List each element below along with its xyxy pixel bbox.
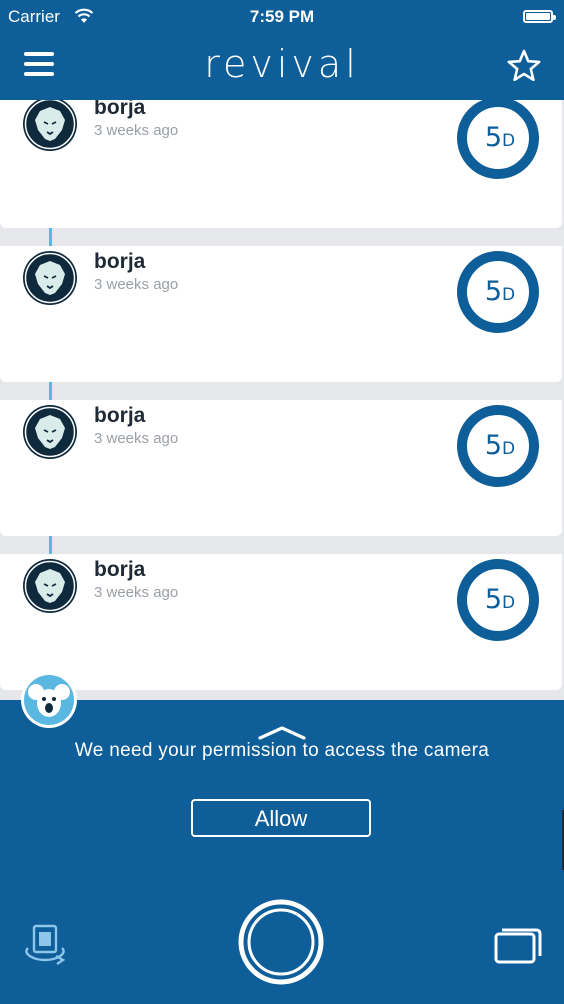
- battery-icon: [523, 10, 556, 23]
- nav-bar: revival: [0, 34, 564, 100]
- feed-card[interactable]: borja 3 weeks ago 5 D: [0, 554, 562, 690]
- flip-camera-icon[interactable]: [20, 920, 70, 966]
- days-badge: 5 D: [457, 100, 539, 179]
- days-badge-unit: D: [502, 285, 515, 305]
- days-badge-number: 5: [485, 584, 502, 615]
- allow-button[interactable]: Allow: [191, 799, 371, 837]
- post-time: 3 weeks ago: [94, 430, 179, 447]
- app-logo: revival: [204, 42, 360, 86]
- status-bar: Carrier 7:59 PM: [0, 0, 564, 34]
- feed-card[interactable]: borja 3 weeks ago 5 D: [0, 246, 562, 382]
- shutter-icon[interactable]: [238, 899, 324, 985]
- lion-icon[interactable]: [22, 100, 78, 152]
- days-badge: 5 D: [457, 559, 539, 641]
- username[interactable]: borja: [94, 250, 145, 274]
- post-time: 3 weeks ago: [94, 122, 179, 139]
- days-badge-unit: D: [502, 131, 515, 151]
- feed-list[interactable]: borja 3 weeks ago 5 D borja 3 weeks ago …: [0, 100, 564, 700]
- timeline-connector: [49, 536, 52, 554]
- days-badge-unit: D: [502, 593, 515, 613]
- timeline-connector: [49, 228, 52, 246]
- username[interactable]: borja: [94, 404, 145, 428]
- permission-message: We need your permission to access the ca…: [74, 740, 490, 761]
- days-badge-number: 5: [485, 430, 502, 461]
- lion-icon[interactable]: [22, 404, 78, 460]
- lion-icon[interactable]: [22, 250, 78, 306]
- days-badge-number: 5: [485, 122, 502, 153]
- chevron-up-icon[interactable]: [258, 726, 306, 740]
- feed-card[interactable]: borja 3 weeks ago 5 D: [0, 100, 562, 228]
- username[interactable]: borja: [94, 100, 145, 120]
- timeline-connector: [49, 382, 52, 400]
- post-time: 3 weeks ago: [94, 276, 179, 293]
- gallery-icon[interactable]: [494, 924, 542, 964]
- days-badge-unit: D: [502, 439, 515, 459]
- feed-card[interactable]: borja 3 weeks ago 5 D: [0, 400, 562, 536]
- days-badge: 5 D: [457, 405, 539, 487]
- username[interactable]: borja: [94, 558, 145, 582]
- clock: 7:59 PM: [249, 7, 315, 26]
- days-badge: 5 D: [457, 251, 539, 333]
- camera-panel: We need your permission to access the ca…: [0, 700, 564, 1004]
- post-time: 3 weeks ago: [94, 584, 179, 601]
- days-badge-number: 5: [485, 276, 502, 307]
- koala-icon[interactable]: [20, 671, 78, 729]
- lion-icon[interactable]: [22, 558, 78, 614]
- star-icon[interactable]: [506, 48, 542, 84]
